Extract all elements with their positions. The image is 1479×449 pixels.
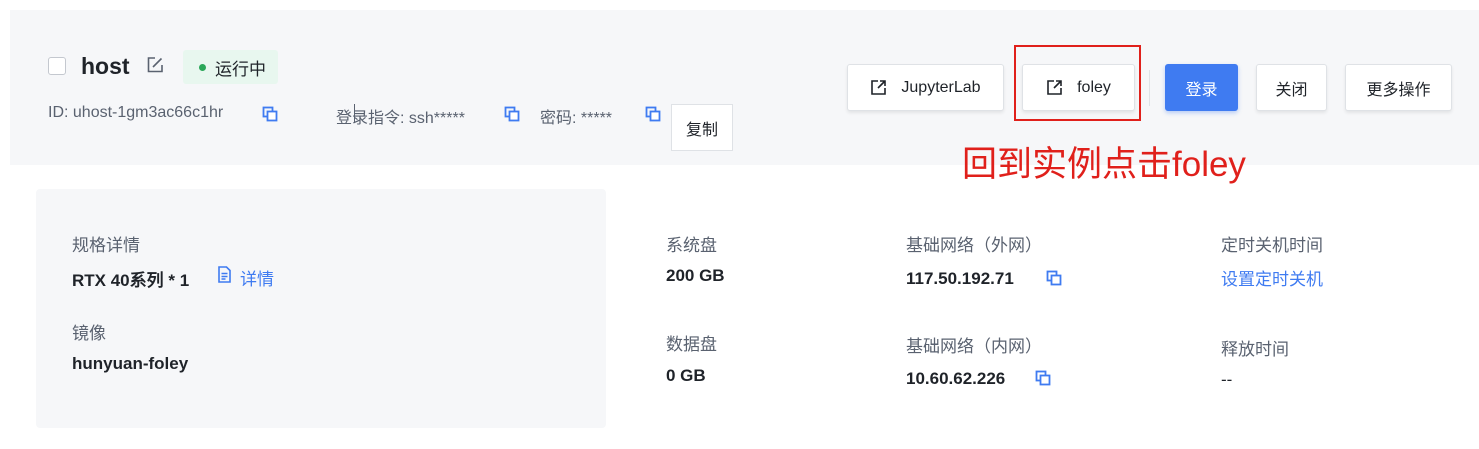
status-badge: 运行中 — [183, 50, 278, 84]
status-dot-icon — [199, 63, 206, 71]
close-button[interactable]: 关闭 — [1256, 64, 1327, 111]
data-disk-value: 0 GB — [666, 366, 706, 385]
select-checkbox[interactable] — [48, 57, 66, 75]
copy-icon[interactable] — [1035, 370, 1051, 386]
image-value: hunyuan-foley — [72, 354, 189, 373]
spec-label: 规格详情 — [72, 236, 140, 255]
status-text: 运行中 — [215, 59, 266, 79]
login-button[interactable]: 登录 — [1165, 64, 1238, 111]
external-link-icon — [871, 80, 887, 95]
image-label: 镜像 — [72, 324, 106, 343]
system-disk-label: 系统盘 — [666, 236, 717, 255]
copy-icon[interactable] — [262, 106, 278, 122]
release-time-value: -- — [1221, 370, 1233, 389]
private-ip-value: 10.60.62.226 — [906, 369, 1006, 388]
login-command: 登录指令: ssh***** — [336, 110, 465, 127]
button-divider — [1149, 70, 1150, 106]
spec-value: RTX 40系列 * 1 — [72, 271, 190, 290]
copy-icon[interactable] — [504, 106, 520, 122]
document-icon[interactable] — [217, 266, 232, 283]
more-actions-button[interactable]: 更多操作 — [1345, 64, 1452, 111]
copy-icon[interactable] — [645, 106, 661, 122]
copy-icon[interactable] — [1046, 270, 1062, 286]
data-disk-label: 数据盘 — [666, 335, 717, 354]
annotation-text: 回到实例点击foley — [962, 145, 1246, 184]
public-network-label: 基础网络（外网） — [906, 236, 1042, 255]
public-ip-value: 117.50.192.71 — [906, 269, 1014, 288]
jupyterlab-button[interactable]: JupyterLab — [847, 64, 1004, 111]
annotation-highlight-box — [1014, 45, 1141, 121]
instance-id: ID: uhost-1gm3ac66c1hr — [48, 104, 224, 121]
copy-button[interactable]: 复制 — [671, 104, 733, 151]
private-network-label: 基础网络（内网） — [906, 337, 1042, 356]
spec-card — [36, 189, 606, 428]
set-shutdown-link[interactable]: 设置定时关机 — [1221, 265, 1323, 290]
host-name: host — [81, 53, 130, 79]
system-disk-value: 200 GB — [666, 266, 725, 285]
release-time-label: 释放时间 — [1221, 340, 1289, 359]
shutdown-time-label: 定时关机时间 — [1221, 236, 1323, 255]
password: 密码: ***** — [540, 110, 613, 127]
jupyterlab-label: JupyterLab — [901, 78, 981, 96]
spec-detail-link[interactable]: 详情 — [240, 265, 274, 290]
edit-icon[interactable] — [146, 56, 164, 74]
